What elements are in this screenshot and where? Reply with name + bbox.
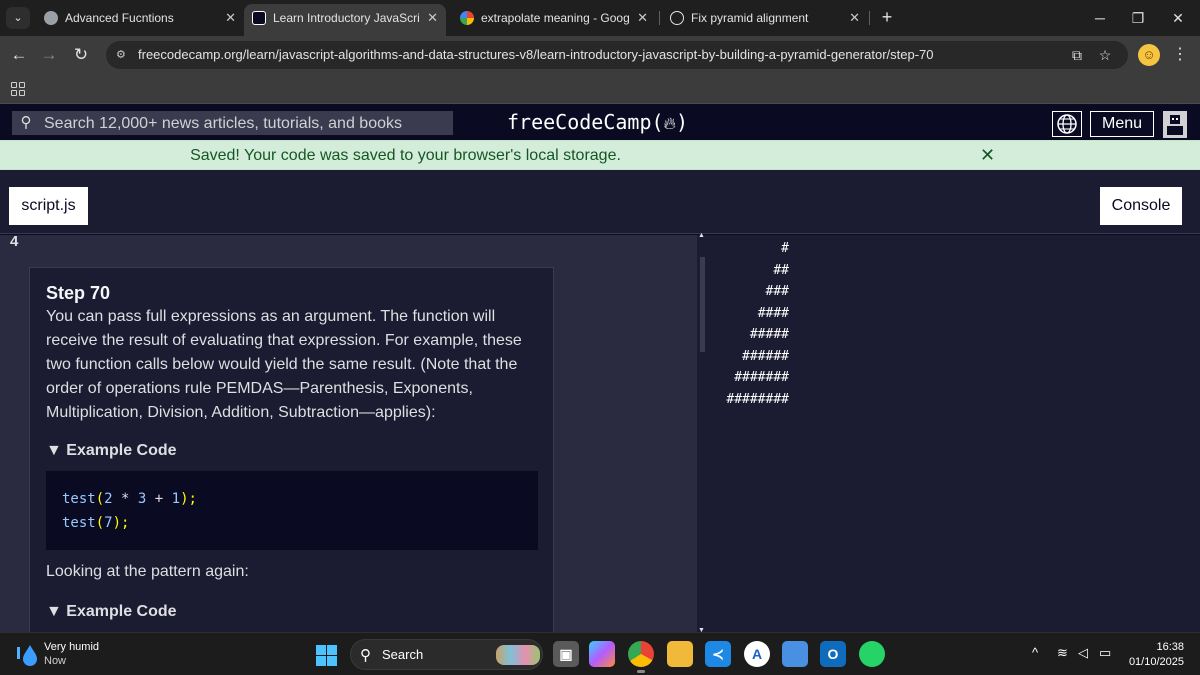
browser-tab[interactable]: extrapolate meaning - Google Search ✕: [452, 4, 656, 32]
editor-tab-bar: script.js Console: [0, 170, 1200, 234]
clock-date[interactable]: 01/10/2025: [1118, 656, 1184, 668]
profile-avatar[interactable]: ☺: [1138, 44, 1160, 66]
console-line: #######: [734, 370, 789, 385]
whatsapp-icon[interactable]: [859, 641, 885, 667]
close-tab-icon[interactable]: ✕: [225, 4, 236, 32]
back-arrow-icon[interactable]: ←: [8, 44, 30, 66]
search-bar[interactable]: ⚲ Search 12,000+ news articles, tutorial…: [12, 111, 453, 135]
triangle-down-icon: ▼: [46, 442, 62, 459]
clock-time[interactable]: 16:38: [1128, 641, 1184, 653]
browser-tab-active[interactable]: Learn Introductory JavaScript by Buildin…: [244, 4, 446, 36]
copilot-icon[interactable]: [589, 641, 615, 667]
tab-search-button[interactable]: ⌄: [6, 7, 30, 29]
search-input[interactable]: Search 12,000+ news articles, tutorials,…: [44, 111, 402, 136]
search-icon: ⚲: [20, 114, 32, 131]
tab-divider: [869, 11, 870, 25]
weather-title[interactable]: Very humid: [44, 641, 99, 653]
new-tab-button[interactable]: +: [876, 6, 898, 28]
weather-subtitle[interactable]: Now: [44, 655, 66, 667]
app-store-icon[interactable]: A: [744, 641, 770, 667]
step-description: You can pass full expressions as an argu…: [46, 308, 522, 421]
address-bar[interactable]: ⚙ freecodecamp.org/learn/javascript-algo…: [106, 41, 1128, 69]
wifi-icon[interactable]: ≋: [1057, 645, 1068, 661]
console-line: ########: [726, 391, 789, 407]
windows-taskbar: Very humid Now ⚲ Search ▣ ≺ A O ^ ≋ ◁ ▭ …: [0, 632, 1200, 675]
example-code-toggle[interactable]: ▼ Example Code: [46, 442, 177, 460]
step-title: Step 70: [46, 283, 111, 303]
chevron-down-icon: ⌄: [13, 12, 23, 24]
instructions-panel: Step 70 You can pass full expressions as…: [29, 267, 554, 632]
scrollbar-thumb[interactable]: [700, 257, 705, 352]
menu-button[interactable]: Menu: [1090, 111, 1154, 137]
battery-icon[interactable]: ▭: [1099, 645, 1111, 661]
close-tab-icon[interactable]: ✕: [637, 4, 648, 32]
pane-scrollbar[interactable]: ▲ ▼: [697, 232, 708, 634]
weather-rain-icon[interactable]: [16, 643, 38, 667]
example-code-block: test(2 * 3 + 1); test(7);: [46, 471, 538, 550]
chevron-up-icon[interactable]: ^: [1032, 645, 1038, 660]
fcc-logo[interactable]: freeCodeCamp(🔥︎): [507, 109, 688, 137]
search-highlight-image: [496, 645, 540, 665]
pattern-text: Looking at the pattern again:: [46, 563, 249, 580]
outlook-icon[interactable]: O: [820, 641, 846, 667]
browser-tab[interactable]: Fix pyramid alignment ✕: [662, 4, 868, 32]
site-info-icon[interactable]: ⚙: [116, 48, 130, 62]
microsoft-store-icon[interactable]: [782, 641, 808, 667]
console-line: ###: [765, 284, 789, 299]
close-window-icon[interactable]: ✕: [1156, 0, 1200, 36]
flash-message: Saved! Your code was saved to your brows…: [0, 140, 1200, 170]
camper-avatar-icon: [1167, 115, 1183, 135]
line-number: 4: [10, 235, 19, 250]
bookmark-star-icon[interactable]: ☆: [1096, 46, 1114, 64]
close-tab-icon[interactable]: ✕: [427, 4, 438, 32]
user-avatar[interactable]: [1163, 111, 1187, 138]
apps-grid-icon[interactable]: [11, 82, 25, 96]
scroll-up-icon[interactable]: ▲: [698, 232, 705, 239]
console-button[interactable]: Console: [1100, 187, 1182, 225]
reload-icon[interactable]: ↻: [70, 44, 92, 66]
console-line: #: [781, 241, 789, 256]
bookmarks-bar: [0, 74, 1200, 104]
triangle-down-icon: ▼: [46, 603, 62, 620]
close-tab-icon[interactable]: ✕: [849, 4, 860, 32]
console-line: ##: [773, 262, 789, 278]
google-icon: [460, 11, 474, 25]
flash-text: Saved! Your code was saved to your brows…: [190, 147, 621, 164]
browser-tab[interactable]: Advanced Fucntions ✕: [36, 4, 244, 32]
freecodecamp-icon: [252, 11, 266, 25]
fcc-navbar: ⚲ Search 12,000+ news articles, tutorial…: [0, 105, 1200, 140]
task-view-icon[interactable]: ▣: [553, 641, 579, 667]
language-button[interactable]: [1052, 111, 1082, 137]
chrome-icon[interactable]: [628, 641, 654, 673]
file-explorer-icon[interactable]: [667, 641, 693, 667]
flame-icon: 🔥︎: [663, 114, 677, 134]
editor-pane[interactable]: 4 Step 70 You can pass full expressions …: [0, 235, 697, 632]
chatgpt-icon: [670, 11, 684, 25]
file-tab-script[interactable]: script.js: [9, 187, 88, 225]
globe-icon: [1057, 114, 1077, 134]
console-line: ######: [742, 348, 789, 364]
browser-tab-strip: ⌄ Advanced Fucntions ✕ Learn Introductor…: [0, 0, 1200, 36]
globe-icon: [44, 11, 58, 25]
url-text[interactable]: freecodecamp.org/learn/javascript-algori…: [138, 41, 934, 69]
console-text: # ## ### #### ##### ###### ####### ########: [708, 238, 789, 410]
windows-start-icon[interactable]: [316, 645, 337, 666]
console-line: #####: [749, 327, 789, 342]
close-icon[interactable]: ✕: [980, 141, 995, 170]
vscode-icon[interactable]: ≺: [705, 641, 731, 667]
code-line: test(7);: [62, 515, 130, 531]
forward-arrow-icon[interactable]: →: [38, 44, 60, 66]
taskbar-search[interactable]: ⚲ Search: [350, 639, 543, 670]
restore-icon[interactable]: ❐: [1116, 0, 1160, 36]
volume-icon[interactable]: ◁: [1078, 645, 1088, 661]
example-code-toggle[interactable]: ▼ Example Code: [46, 603, 177, 621]
console-line: ####: [757, 305, 789, 321]
console-output: # ## ### #### ##### ###### ####### ########: [708, 235, 1200, 632]
code-line: test(2 * 3 + 1);: [62, 491, 197, 507]
more-menu-icon[interactable]: ⋮: [1172, 44, 1188, 66]
search-icon: ⚲: [360, 647, 371, 664]
tab-divider: [659, 11, 660, 25]
install-app-icon[interactable]: ⧉: [1068, 46, 1086, 64]
browser-toolbar: ← → ↻ ⚙ freecodecamp.org/learn/javascrip…: [0, 36, 1200, 74]
